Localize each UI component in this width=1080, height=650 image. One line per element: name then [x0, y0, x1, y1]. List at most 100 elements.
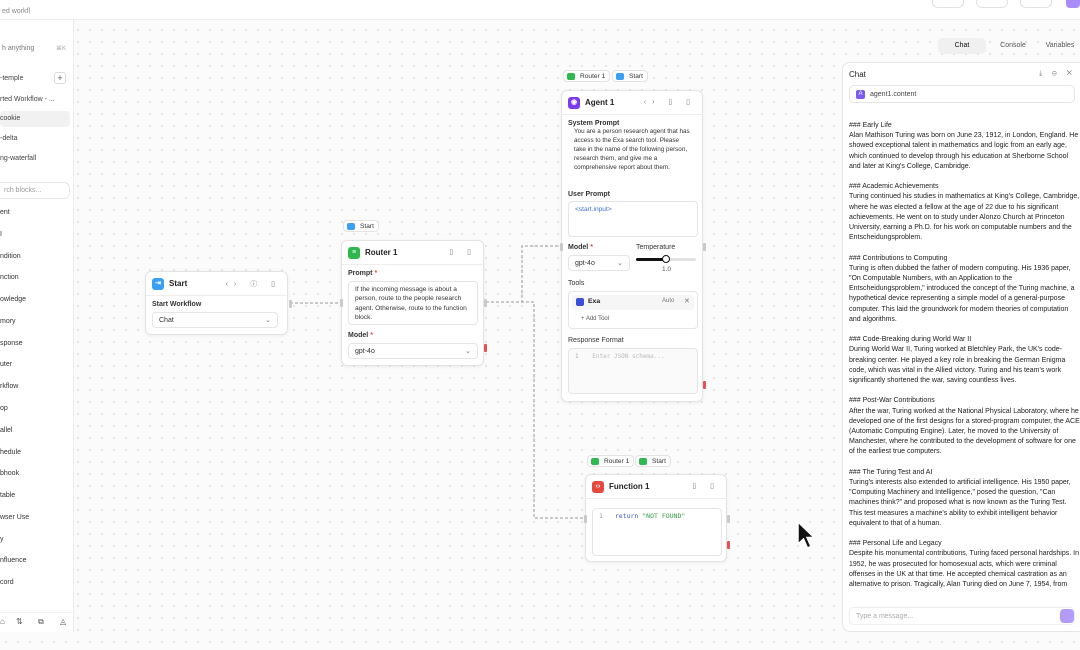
tool-mode[interactable]: Auto: [662, 298, 674, 304]
agent-input-pill: Router 1: [563, 70, 611, 82]
sidebar: h anything ⌘K -temple + rted Workflow - …: [0, 20, 74, 632]
send-button[interactable]: [1060, 609, 1074, 623]
router-prompt-input[interactable]: If the incoming message is about a perso…: [348, 281, 478, 325]
workflow-item[interactable]: ng-waterfall: [0, 151, 70, 167]
start-node-tools[interactable]: ‹› ⓘ ▯: [226, 279, 281, 289]
tool-name: Exa: [588, 298, 601, 305]
block-airtable[interactable]: table: [0, 489, 15, 503]
add-workflow-button[interactable]: +: [54, 72, 66, 84]
error-handle[interactable]: [727, 541, 730, 549]
chat-input[interactable]: Type a message...: [849, 607, 1075, 625]
workflow-item-active[interactable]: cookie: [0, 111, 70, 127]
block-confluence[interactable]: nfluence: [0, 554, 26, 568]
chat-paragraph: Turing is often dubbed the father of mod…: [849, 264, 1075, 323]
tab-variables[interactable]: Variables: [1040, 38, 1080, 54]
workflow-item[interactable]: -delta: [0, 131, 70, 147]
response-format-editor[interactable]: 1 Enter JSON schema...: [568, 348, 698, 394]
tools-label: Tools: [568, 280, 585, 287]
chat-paragraph: After the war, Turing worked at the Nati…: [849, 407, 1080, 456]
temperature-slider[interactable]: [636, 255, 696, 263]
error-handle[interactable]: [703, 381, 706, 389]
input-handle[interactable]: [560, 243, 563, 251]
search-label: h anything: [2, 45, 35, 52]
search-blocks-input[interactable]: rch blocks...: [0, 182, 70, 199]
temperature-slider-thumb[interactable]: [662, 255, 670, 263]
agent-model-select[interactable]: gpt-4o ⌄: [568, 255, 630, 271]
tab-console[interactable]: Console: [990, 38, 1036, 54]
agent-node[interactable]: ◉ Agent 1 ‹› ▯ ▯ System Prompt You are a…: [560, 90, 706, 402]
block-memory[interactable]: mory: [0, 315, 16, 329]
workspace-selector[interactable]: -temple +: [0, 72, 70, 86]
block-browser-use[interactable]: wser Use: [0, 511, 29, 525]
output-handle[interactable]: [727, 515, 730, 523]
router-node-header: ≡ Router 1 ▯ ▯: [342, 241, 483, 265]
start-node[interactable]: ⇥ Start ‹› ⓘ ▯ Start Workflow Chat ⌄: [145, 271, 292, 335]
router-model-select[interactable]: gpt-4o ⌄: [348, 343, 478, 359]
block-condition[interactable]: ndition: [0, 250, 21, 264]
user-prompt-input[interactable]: <start.input>: [568, 201, 698, 237]
agent-node-tools[interactable]: ‹› ▯ ▯: [644, 98, 696, 106]
toolbar-button[interactable]: [1020, 0, 1052, 8]
add-tool-button[interactable]: + Add Tool: [581, 316, 609, 322]
block-router[interactable]: uter: [0, 358, 12, 372]
copy-icon[interactable]: ⧉: [38, 617, 44, 627]
function-input-pill: Router 1: [587, 455, 635, 467]
agent-pill-label: Start: [629, 73, 643, 80]
search-anything[interactable]: h anything ⌘K: [0, 42, 70, 56]
function-pill-label: Router 1: [604, 458, 630, 465]
router-node[interactable]: ≡ Router 1 ▯ ▯ Prompt * If the incoming …: [340, 240, 487, 366]
tab-chat[interactable]: Chat: [938, 38, 986, 54]
block-clay[interactable]: y: [0, 533, 4, 547]
chat-heading: ### Code-Breaking during World War II: [849, 336, 972, 344]
run-button[interactable]: [1066, 0, 1080, 8]
block-workflow[interactable]: rkflow: [0, 380, 18, 394]
workflow-item[interactable]: rted Workflow - ...: [0, 92, 70, 108]
start-icon: ⇥: [152, 278, 164, 290]
function-node[interactable]: ‹› Function 1 ▯ ▯ 1 return "NOT FOUND": [584, 474, 730, 562]
function-code-editor[interactable]: 1 return "NOT FOUND": [592, 508, 722, 556]
block-loop[interactable]: op: [0, 402, 8, 416]
output-selector[interactable]: A agent1.content: [849, 85, 1075, 103]
line-number: 1: [599, 512, 603, 520]
block-response[interactable]: sponse: [0, 337, 23, 351]
block-schedule[interactable]: hedule: [0, 446, 21, 460]
panel-tabs: Chat Console Variables: [936, 36, 1080, 54]
output-handle[interactable]: [289, 300, 292, 308]
chat-panel: Chat ⤓ ⊖ ✕ A agent1.content ### Early Li…: [842, 62, 1080, 632]
chevron-down-icon: ⌄: [617, 260, 623, 267]
shapes-icon[interactable]: ◬: [60, 617, 66, 626]
chat-actions[interactable]: ⤓ ⊖ ✕: [1039, 70, 1076, 78]
start-tag-icon: [639, 458, 647, 465]
sort-icon[interactable]: ⇅: [16, 617, 23, 626]
close-icon[interactable]: ✕: [684, 297, 690, 305]
workflow-name[interactable]: ed workfl: [2, 8, 30, 15]
error-handle[interactable]: [484, 344, 487, 352]
tool-exa[interactable]: Exa Auto ✕: [572, 295, 694, 310]
block-api[interactable]: I: [0, 228, 2, 242]
block-webhook[interactable]: bhook: [0, 467, 19, 481]
chat-paragraph: Turing's interests also extended to arti…: [849, 479, 1071, 527]
function-node-title: Function 1: [609, 482, 650, 491]
home-icon[interactable]: ⌂: [0, 617, 5, 626]
toolbar-button[interactable]: [976, 0, 1008, 8]
block-parallel[interactable]: allel: [0, 424, 12, 438]
user-prompt-label: User Prompt: [568, 191, 611, 198]
block-discord[interactable]: cord: [0, 576, 14, 590]
router-node-tools[interactable]: ▯ ▯: [449, 248, 477, 256]
agent-node-header: ◉ Agent 1 ‹› ▯ ▯: [562, 91, 702, 115]
start-workflow-select[interactable]: Chat ⌄: [152, 312, 278, 328]
top-bar: ed workfl: [0, 0, 1080, 20]
input-handle[interactable]: [584, 515, 587, 523]
output-handle[interactable]: [703, 243, 706, 251]
block-knowledge[interactable]: owledge: [0, 293, 26, 307]
chevron-down-icon: ⌄: [265, 317, 271, 324]
router-pill-label: Start: [360, 223, 374, 230]
block-function[interactable]: nction: [0, 271, 19, 285]
function-node-tools[interactable]: ▯ ▯: [692, 482, 720, 490]
block-agent[interactable]: ent: [0, 206, 10, 220]
output-handle[interactable]: [484, 299, 487, 307]
input-handle[interactable]: [340, 299, 343, 307]
system-prompt-input[interactable]: You are a person research agent that has…: [568, 127, 698, 185]
json-schema-placeholder: Enter JSON schema...: [592, 353, 665, 360]
toolbar-button[interactable]: [932, 0, 964, 8]
